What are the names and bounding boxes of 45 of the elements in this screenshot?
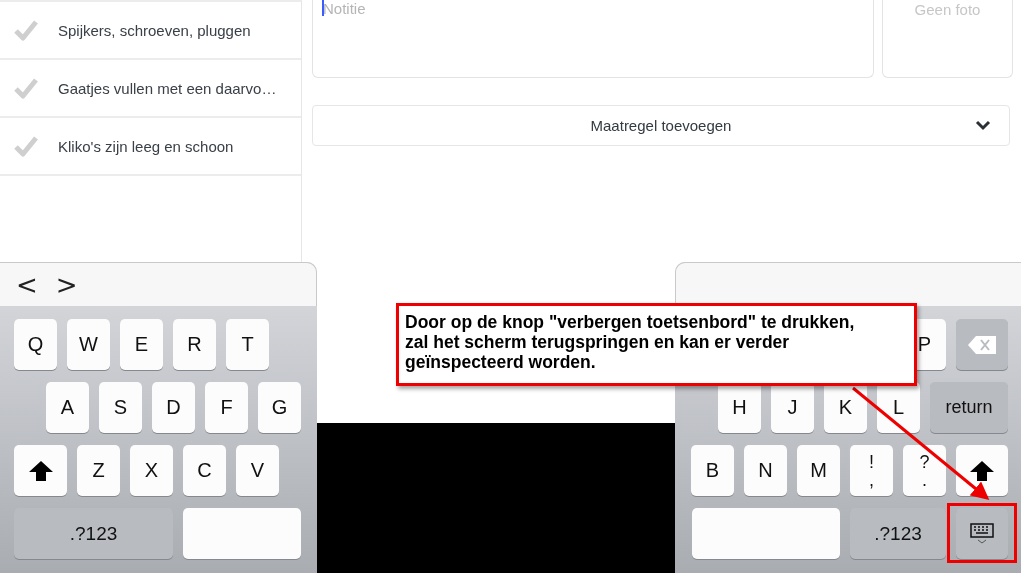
letter-key[interactable]: R bbox=[173, 319, 216, 370]
letter-key[interactable]: Z bbox=[77, 445, 120, 496]
hide-keyboard-key[interactable] bbox=[956, 508, 1008, 559]
return-key[interactable]: return bbox=[930, 382, 1008, 433]
letter-key[interactable]: S bbox=[99, 382, 142, 433]
checkmark-icon bbox=[14, 19, 38, 41]
punctuation-key[interactable]: ! , bbox=[850, 445, 893, 496]
letter-key[interactable]: X bbox=[130, 445, 173, 496]
letter-key[interactable]: M bbox=[797, 445, 840, 496]
letter-key[interactable]: Q bbox=[14, 319, 57, 370]
shift-key[interactable] bbox=[14, 445, 67, 496]
letter-key[interactable]: V bbox=[236, 445, 279, 496]
numbers-key[interactable]: .?123 bbox=[14, 508, 173, 559]
letter-key[interactable]: T bbox=[226, 319, 269, 370]
shift-key[interactable] bbox=[956, 445, 1008, 496]
letter-key[interactable]: A bbox=[46, 382, 89, 433]
highlight-frame bbox=[947, 503, 1017, 563]
letter-key[interactable]: E bbox=[120, 319, 163, 370]
letter-key[interactable]: B bbox=[691, 445, 734, 496]
letter-key[interactable]: G bbox=[258, 382, 301, 433]
letter-key[interactable]: D bbox=[152, 382, 195, 433]
letter-key[interactable]: N bbox=[744, 445, 787, 496]
punctuation-key[interactable]: ? . bbox=[903, 445, 946, 496]
shift-icon bbox=[969, 459, 995, 482]
checkmark-icon bbox=[14, 135, 38, 157]
item-label: Kliko's zijn leeg en schoon bbox=[58, 137, 234, 155]
annotation-tooltip: Door op de knop "verbergen toetsenbord" te drukken, zal het scherm terugspringen en kan er verder geïnspecteerd worden. bbox=[396, 303, 917, 386]
note-field[interactable]: Notitie bbox=[312, 0, 874, 78]
checklist-item[interactable]: Kliko's zijn leeg en schoon bbox=[0, 118, 301, 176]
shift-icon bbox=[27, 459, 54, 482]
letter-key[interactable]: C bbox=[183, 445, 226, 496]
numbers-key[interactable]: .?123 bbox=[850, 508, 946, 559]
nav-arrow-button[interactable]: > bbox=[55, 271, 78, 298]
letter-key[interactable]: F bbox=[205, 382, 248, 433]
checklist-item[interactable]: Spijkers, schroeven, pluggen bbox=[0, 2, 301, 60]
add-measure-dropdown[interactable]: Maatregel toevoegen bbox=[312, 105, 1010, 146]
backspace-icon bbox=[967, 334, 997, 355]
nav-arrow-button[interactable]: < bbox=[16, 271, 38, 298]
letter-key[interactable]: W bbox=[67, 319, 110, 370]
item-label: Gaatjes vullen met een daarvo… bbox=[58, 79, 277, 97]
item-label: Spijkers, schroeven, pluggen bbox=[58, 21, 251, 39]
keyboard-hide-icon bbox=[970, 522, 994, 545]
checkmark-icon bbox=[14, 77, 38, 99]
checklist-item[interactable]: Gaatjes vullen met een daarvo… bbox=[0, 60, 301, 118]
chevron-down-icon bbox=[975, 119, 991, 131]
